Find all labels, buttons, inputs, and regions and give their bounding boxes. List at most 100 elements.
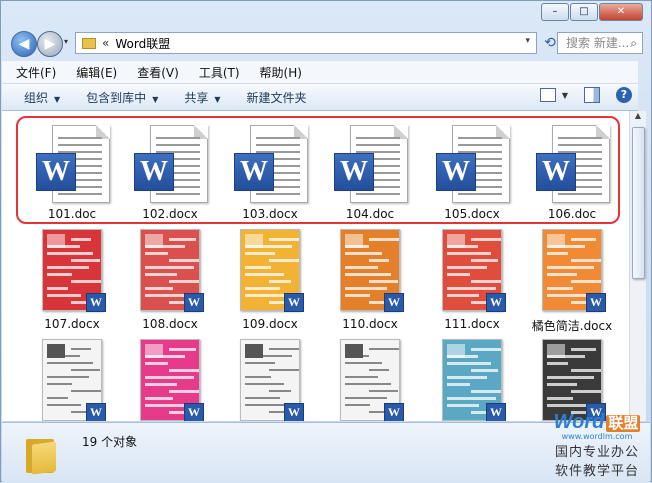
thumbnail-line <box>447 273 470 276</box>
file-item[interactable]: W 106.doc <box>522 121 622 221</box>
file-item[interactable]: W 109.docx <box>220 229 320 331</box>
thumbnail-line <box>269 348 299 350</box>
forward-button[interactable]: ▶ <box>37 31 63 57</box>
explorer-window: – □ ✕ ◀ ▶ ▾ « Word联盟 ▾ ⟲ 搜索 新建... ⌕ 文件(F… <box>0 0 652 483</box>
text-line <box>458 137 502 139</box>
word-badge-icon: W <box>486 403 506 421</box>
recent-pages-dropdown[interactable]: ▾ <box>64 37 68 46</box>
menu-help[interactable]: 帮助(H) <box>260 64 302 81</box>
item-count: 19 个对象 <box>82 435 138 449</box>
minimize-button[interactable]: – <box>541 3 569 21</box>
thumbnail-block <box>245 344 263 358</box>
text-line <box>156 137 200 139</box>
thumbnail-line <box>471 348 501 351</box>
word-logo-icon: W <box>536 153 576 191</box>
menu-file[interactable]: 文件(F) <box>16 64 56 81</box>
breadcrumb-folder[interactable]: Word联盟 <box>115 35 170 52</box>
thumbnail-line <box>269 280 291 283</box>
thumbnail-block <box>47 234 65 248</box>
search-input[interactable]: 搜索 新建... ⌕ <box>557 32 643 54</box>
thumbnail-line <box>47 404 81 406</box>
search-icon[interactable]: ⌕ <box>630 33 637 53</box>
command-bar: 组织 ▼ 包含到库中 ▼ 共享 ▼ 新建文件夹 ▼ ? <box>2 84 638 111</box>
include-in-library-button[interactable]: 包含到库中 ▼ <box>86 89 158 106</box>
file-item[interactable]: W 102.docx <box>120 121 220 221</box>
thumbnail-line <box>547 362 568 365</box>
thumbnail-line <box>345 376 378 378</box>
menu-edit[interactable]: 编辑(E) <box>76 64 117 81</box>
thumbnail-line <box>547 294 586 297</box>
new-folder-button[interactable]: 新建文件夹 <box>247 89 307 106</box>
organize-button[interactable]: 组织 ▼ <box>24 89 60 106</box>
preview-pane-icon[interactable] <box>584 87 600 103</box>
file-name: 109.docx <box>242 317 298 331</box>
thumbnail-line <box>145 397 173 400</box>
file-item[interactable]: W <box>522 339 622 421</box>
word-badge-icon: W <box>384 403 404 421</box>
word-badge-icon: W <box>384 293 404 312</box>
file-item[interactable]: W 橘色简洁.docx <box>522 229 622 333</box>
file-item[interactable]: W 103.docx <box>220 121 320 221</box>
file-name: 111.docx <box>444 317 500 331</box>
thumbnail-line <box>269 259 299 262</box>
thumbnail-line <box>71 369 100 371</box>
address-bar[interactable]: « Word联盟 ▾ <box>75 32 537 54</box>
file-name: 107.docx <box>44 317 100 331</box>
thumbnail-line <box>245 287 280 290</box>
file-name: 104.doc <box>345 207 395 221</box>
thumbnail-line <box>269 369 299 371</box>
thumbnail-line <box>369 280 398 283</box>
thumbnail-line <box>145 376 194 379</box>
word-document-icon: W <box>134 125 208 203</box>
file-item[interactable]: W 107.docx <box>22 229 122 331</box>
file-item[interactable]: W 105.docx <box>422 121 522 221</box>
thumbnail-line <box>47 294 81 297</box>
breadcrumb-overflow[interactable]: « <box>102 36 109 50</box>
text-line <box>58 193 102 195</box>
thumbnail-line <box>145 266 194 269</box>
file-item[interactable]: W 111.docx <box>422 229 522 331</box>
file-item[interactable]: W <box>220 339 320 421</box>
thumbnail-line <box>245 273 284 276</box>
change-view-icon[interactable] <box>539 88 556 102</box>
text-line <box>458 193 502 195</box>
file-name: 108.docx <box>142 317 198 331</box>
thumbnail-line <box>447 383 470 386</box>
menu-tools[interactable]: 工具(T) <box>199 64 240 81</box>
file-item[interactable]: W <box>320 339 420 421</box>
search-placeholder: 搜索 新建... <box>566 36 630 50</box>
text-line <box>356 137 400 139</box>
share-button[interactable]: 共享 ▼ <box>184 89 220 106</box>
file-item[interactable]: W 108.docx <box>120 229 220 331</box>
help-icon[interactable]: ? <box>616 87 632 103</box>
file-item[interactable]: W <box>120 339 220 421</box>
thumbnail-line <box>369 238 399 241</box>
word-logo-icon: W <box>436 153 476 191</box>
thumbnail-line <box>169 369 199 372</box>
close-button[interactable]: ✕ <box>599 3 643 21</box>
view-options-dropdown[interactable]: ▼ <box>562 91 568 100</box>
vertical-scrollbar[interactable]: ▲ <box>629 111 646 421</box>
back-button[interactable]: ◀ <box>11 31 37 57</box>
file-item[interactable]: W <box>22 339 122 421</box>
menu-view[interactable]: 查看(V) <box>137 64 179 81</box>
file-item[interactable]: W 104.doc <box>320 121 420 221</box>
address-dropdown-icon[interactable]: ▾ <box>525 36 530 46</box>
maximize-button[interactable]: □ <box>570 3 598 21</box>
scrollbar-thumb[interactable] <box>632 127 645 279</box>
thumbnail-line <box>447 376 487 379</box>
file-name: 101.doc <box>47 207 97 221</box>
caption-buttons: – □ ✕ <box>540 3 643 21</box>
file-item[interactable]: W <box>422 339 522 421</box>
word-badge-icon: W <box>586 293 606 312</box>
file-item[interactable]: W 101.doc <box>22 121 122 221</box>
thumbnail-line <box>345 273 391 276</box>
thumbnail-line <box>169 238 196 241</box>
word-badge-icon: W <box>86 403 106 421</box>
file-item[interactable]: W 110.docx <box>320 229 420 331</box>
scroll-up-icon[interactable]: ▲ <box>630 111 646 125</box>
thumbnail-line <box>47 266 89 269</box>
menu-bar: 文件(F) 编辑(E) 查看(V) 工具(T) 帮助(H) <box>2 61 638 84</box>
thumbnail-line <box>345 362 382 364</box>
word-document-icon: W <box>334 125 408 203</box>
